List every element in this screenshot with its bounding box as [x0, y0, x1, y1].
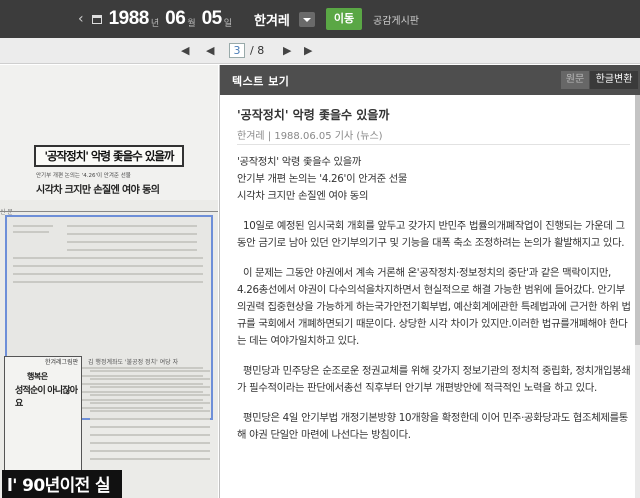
article-paragraph: 평민당은 4일 안기부법 개정기본방향 10개항을 확정한데 이어 민주·공화당…	[237, 412, 628, 441]
scan-text-line	[67, 241, 197, 243]
go-button[interactable]: 이동	[326, 8, 362, 30]
scan-text-line	[90, 378, 210, 380]
chevron-left-icon[interactable]: ‹	[78, 11, 84, 27]
month-value[interactable]: 06	[165, 8, 186, 30]
scan-text-line	[90, 442, 210, 444]
cartoon-panel: 한겨레그림판 행복은 성적순이 아니잖아요	[4, 356, 82, 478]
scan-text-line	[90, 418, 210, 420]
scan-text-line	[90, 410, 210, 412]
tab-hangul-convert[interactable]: 한글변환	[590, 71, 638, 89]
day-value[interactable]: 05	[202, 8, 223, 30]
newspaper-dropdown-button[interactable]	[299, 12, 315, 27]
article-body: '공작정치' 악령 좇을수 있을까 안기부 개편 논의는 '4.26'이 안겨준…	[237, 154, 632, 457]
scan-big-headline: l' 90년이전 실시	[2, 470, 122, 498]
article-headline-line: 안기부 개편 논의는 '4.26'이 안겨준 선물	[237, 173, 408, 185]
scan-text-line	[67, 225, 197, 227]
scan-text-line	[13, 257, 203, 259]
year-value[interactable]: 1988	[109, 8, 150, 30]
article-paragraph: 이 문제는 그동안 야권에서 계속 거론해 온'공작정치·정보정치의 중단'과 …	[237, 267, 631, 347]
scan-text-line	[13, 225, 53, 227]
scan-text-line	[13, 231, 49, 233]
scan-text-line	[90, 450, 210, 452]
text-view-scrollbar[interactable]	[635, 95, 640, 498]
year-unit: 년	[150, 18, 160, 29]
page-total: / 8	[250, 44, 265, 57]
article-paragraph: 평민당과 민주당은 순조로운 정권교체를 위해 갖가지 정보기관의 정치적 중립…	[237, 365, 631, 394]
article-headline-line: '공작정치' 악령 좇을수 있을까	[237, 156, 362, 168]
cartoon-text-1: 행복은	[27, 372, 48, 381]
article-title: '공작정치' 악령 좇을수 있을까	[237, 108, 390, 122]
article-headline-line: 시각차 크지만 손질엔 여야 동의	[237, 190, 369, 202]
day-unit: 일	[223, 18, 233, 29]
scan-subheadline-small: 안기부 개편 논의는 '4.26'이 안겨준 선물	[36, 173, 131, 179]
scan-text-line	[90, 434, 210, 436]
calendar-icon[interactable]	[91, 14, 102, 24]
text-view-title: 텍스트 보기	[232, 75, 290, 88]
article-headline-block: '공작정치' 악령 좇을수 있을까 안기부 개편 논의는 '4.26'이 안겨준…	[237, 154, 632, 205]
first-page-icon[interactable]: ◀​	[181, 44, 189, 58]
text-view-header: 텍스트 보기 원문 한글변환	[220, 65, 640, 95]
scan-headline: '공작정치' 악령 좇을수 있을까	[34, 145, 184, 167]
pagination-bar: ◀​ ◀ 3 / 8 ▶ ▶	[0, 38, 640, 64]
page-number-input[interactable]: 3	[229, 43, 245, 58]
scan-text-line	[67, 249, 197, 251]
cartoon-header: 한겨레그림판	[45, 359, 79, 366]
tab-original[interactable]: 원문	[561, 71, 589, 89]
scan-text-line	[13, 273, 203, 275]
scan-text-line	[13, 281, 203, 283]
scan-text-line	[13, 265, 203, 267]
scrollbar-thumb[interactable]	[635, 95, 640, 345]
scan-text-line	[90, 458, 210, 460]
article-divider	[237, 144, 630, 145]
cartoon-text-2: 성적순이 아니잖아요	[15, 386, 78, 409]
text-view-panel: 텍스트 보기 원문 한글변환 '공작정치' 악령 좇을수 있을까 한겨레 | 1…	[219, 65, 640, 498]
scanned-page-viewer[interactable]: 신 문 '공작정치' 악령 좇을수 있을까 안기부 개편 논의는 '4.26'이…	[0, 65, 218, 498]
scan-text-line	[90, 402, 210, 404]
next-page-icon[interactable]: ▶	[283, 44, 291, 58]
prev-page-icon[interactable]: ◀	[206, 44, 214, 58]
last-page-icon[interactable]: ▶	[304, 44, 312, 58]
scan-text-line	[67, 233, 197, 235]
scan-text-line	[90, 386, 210, 388]
article-meta: 한겨레 | 1988.06.05 기사 (뉴스)	[237, 131, 383, 142]
scan-caption: 김 행정계좌도 '불공정 정치' 여당 자	[88, 359, 179, 366]
scan-subheadline: 시각차 크지만 손질엔 여야 동의	[36, 185, 160, 196]
top-toolbar: ‹ 1988 년 06 월 05 일 한겨레 이동 공감게시판	[0, 0, 640, 38]
date-selector: ‹ 1988 년 06 월 05 일	[78, 0, 238, 38]
board-link[interactable]: 공감게시판	[373, 12, 419, 27]
scan-text-line	[90, 370, 210, 372]
newspaper-name: 한겨레	[254, 14, 290, 29]
scan-text-line	[90, 426, 210, 428]
article-paragraph: 10일로 예정된 임시국회 개회를 앞두고 갖가지 반민주 법률의개폐작업이 진…	[237, 220, 625, 249]
scan-text-line	[90, 394, 210, 396]
month-unit: 월	[187, 18, 196, 29]
scan-divider	[0, 211, 218, 212]
